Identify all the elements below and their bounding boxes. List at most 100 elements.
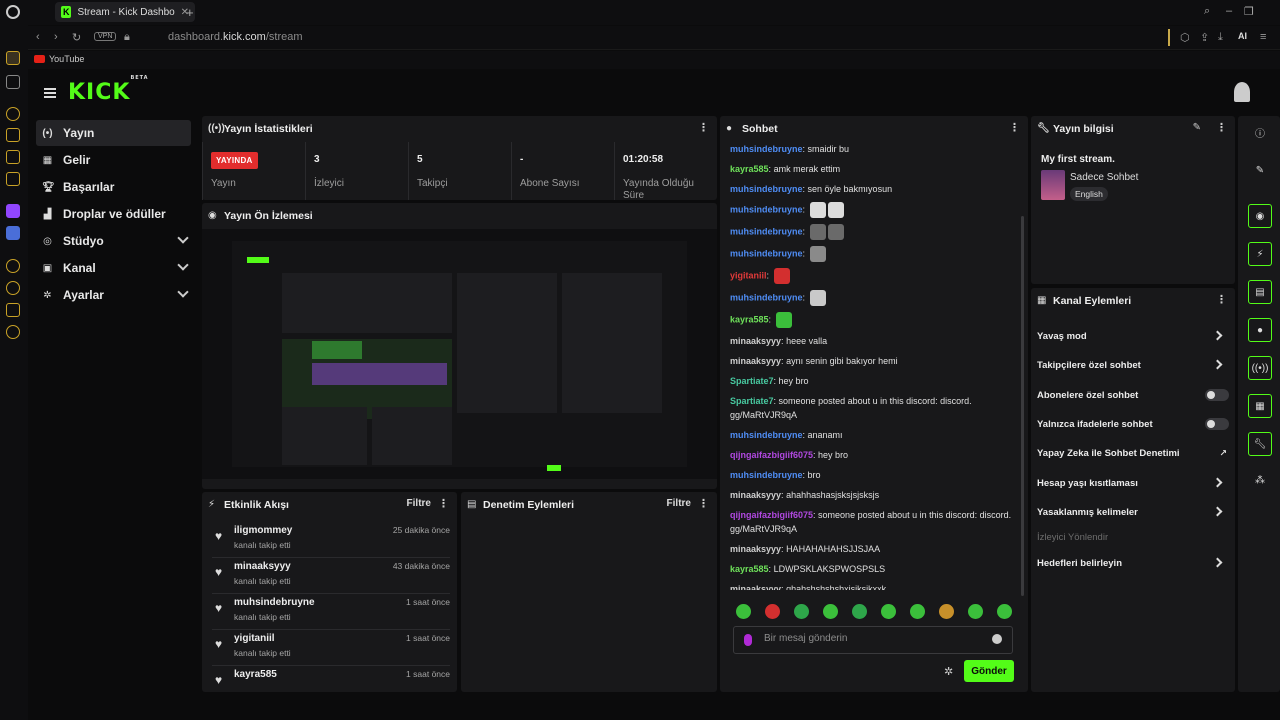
refresh-icon[interactable] [6,107,20,121]
minimize-icon[interactable]: – [1226,5,1232,17]
twitch-icon[interactable] [6,204,20,218]
action-account-age[interactable]: Hesap yaşı kısıtlaması [1037,475,1229,495]
vpn-badge[interactable]: VPN [94,32,117,41]
action-subscribers-only[interactable]: Abonelere özel sohbet [1037,387,1229,407]
sidebar-item-kanal[interactable]: ▣ Kanal [36,255,191,281]
emote-icon[interactable] [997,604,1012,619]
chat-username[interactable]: muhsindebruyne [730,144,803,154]
chat-username[interactable]: muhsindebruyne [730,470,803,480]
chat-message-input[interactable] [764,633,984,644]
chat-messages[interactable]: muhsindebruyne: smaidir bu kayra585: amk … [730,142,1020,590]
more-options-icon[interactable]: ⋮ [438,497,449,510]
more-options-icon[interactable]: ⋮ [698,121,709,134]
sidebar-item-gelir[interactable]: ▦ Gelir [36,147,191,173]
forward-icon[interactable]: › [54,31,58,43]
chat-scrollbar[interactable] [1021,216,1024,596]
send-button[interactable]: Gönder [964,660,1014,682]
emote-icon[interactable] [736,604,751,619]
filter-button[interactable]: Filtre [667,498,691,509]
chat-username[interactable]: minaaksyyy [730,490,781,500]
play-icon[interactable] [6,259,20,273]
chat-username[interactable]: muhsindebruyne [730,184,803,194]
stream-preview-image[interactable] [202,229,717,479]
chat-settings-icon[interactable]: ✲ [944,665,953,678]
emote-icon[interactable] [939,604,954,619]
back-icon[interactable]: ‹ [36,31,40,43]
m-icon[interactable] [6,172,20,186]
clock-icon[interactable] [6,281,20,295]
chat-username[interactable]: minaaksyyy [730,584,781,590]
action-slow-mode[interactable]: Yavaş mod [1037,328,1229,348]
pencil-icon[interactable]: ✎ [1248,158,1272,182]
chat-username[interactable]: minaaksyyy [730,356,781,366]
home-icon[interactable] [6,51,20,65]
hamburger-menu-icon[interactable] [44,88,56,98]
bag-icon[interactable] [6,128,20,142]
emotes-only-toggle[interactable] [1205,418,1229,430]
lightning-tool-icon[interactable]: ⚡︎ [1248,242,1272,266]
download-icon[interactable]: ⤓ [1218,31,1223,44]
emote-icon[interactable] [968,604,983,619]
gamepad-icon[interactable] [6,75,20,89]
emote-icon[interactable] [852,604,867,619]
wrench-tool-icon[interactable]: 🔧︎ [1248,432,1272,456]
more-options-icon[interactable]: ⋮ [698,497,709,510]
extensions-icon[interactable]: ⬡ [1180,31,1190,44]
add-widget-icon[interactable]: ⁂ [1248,468,1272,492]
chat-username[interactable]: minaaksyyy [730,336,781,346]
more-options-icon[interactable]: ⋮ [1216,121,1227,134]
emote-icon[interactable] [823,604,838,619]
chat-username[interactable]: Spartiate7 [730,376,774,386]
url-field[interactable]: dashboard.kick.com/stream [168,31,303,43]
share-icon[interactable]: ⇪ [1200,31,1209,44]
more-options-icon[interactable]: ⋮ [1216,293,1227,306]
chat-username[interactable]: qijngaifazbigiif6075 [730,510,813,520]
browser-tab-kick[interactable]: K Stream - Kick Dashboard ✕ [55,2,195,22]
sidebar-item-droplar[interactable]: ▟ Droplar ve ödüller [36,201,191,227]
sidebar-item-studyo[interactable]: ◎ Stüdyo [36,228,191,254]
emoji-picker-icon[interactable] [992,634,1002,644]
filter-button[interactable]: Filtre [407,498,431,509]
document-tool-icon[interactable]: ▤ [1248,280,1272,304]
chat-username[interactable]: minaaksyyy [730,544,781,554]
bookmark-youtube[interactable]: YouTube [34,54,84,64]
chat-username[interactable]: muhsindebruyne [730,248,803,258]
chat-username[interactable]: kayra585 [730,314,769,324]
news-icon[interactable] [6,150,20,164]
menu-icon[interactable]: ≡ [1260,31,1266,43]
sidebar-item-ayarlar[interactable]: ✲ Ayarlar [36,282,191,308]
settings-icon[interactable] [6,325,20,339]
emote-icon[interactable] [881,604,896,619]
emote-icon[interactable] [794,604,809,619]
channel-tool-icon[interactable]: ▦ [1248,394,1272,418]
search-icon[interactable]: ⌕ [1204,5,1210,18]
sidebar-item-yayin[interactable]: (•) Yayın [36,120,191,146]
chat-username[interactable]: muhsindebruyne [730,226,803,236]
chat-tool-icon[interactable]: ● [1248,318,1272,342]
chat-username[interactable]: kayra585 [730,564,769,574]
chat-username[interactable]: yigitaniil [730,270,767,280]
edit-icon[interactable]: ✎ [1193,122,1201,133]
preview-tool-icon[interactable]: ◉ [1248,204,1272,228]
broadcast-tool-icon[interactable]: ((•)) [1248,356,1272,380]
discord-icon[interactable] [6,226,20,240]
chat-username[interactable]: muhsindebruyne [730,204,803,214]
more-options-icon[interactable]: ⋮ [1009,121,1020,134]
info-icon[interactable]: ⓘ [1248,120,1272,144]
emote-icon[interactable] [765,604,780,619]
ai-button[interactable]: AI [1238,31,1247,41]
user-avatar[interactable] [1234,82,1250,102]
chat-username[interactable]: muhsindebruyne [730,292,803,302]
chat-username[interactable]: kayra585 [730,164,769,174]
new-tab-icon[interactable]: + [186,5,194,20]
action-ai-moderation[interactable]: Yapay Zeka ile Sohbet Denetimi ↗ [1037,445,1229,465]
reload-icon[interactable]: ↻ [72,31,81,44]
action-emotes-only[interactable]: Yalnızca ifadelerle sohbet [1037,416,1229,436]
chat-username[interactable]: qijngaifazbigiif6075 [730,450,813,460]
action-followers-only[interactable]: Takipçilere özel sohbet [1037,357,1229,377]
opera-logo-icon[interactable] [6,5,20,19]
emote-icon[interactable] [910,604,925,619]
kick-logo[interactable]: KICKBETA [68,75,149,105]
sidebar-item-basarilar[interactable]: 🏆︎ Başarılar [36,174,191,200]
puzzle-icon[interactable] [6,303,20,317]
